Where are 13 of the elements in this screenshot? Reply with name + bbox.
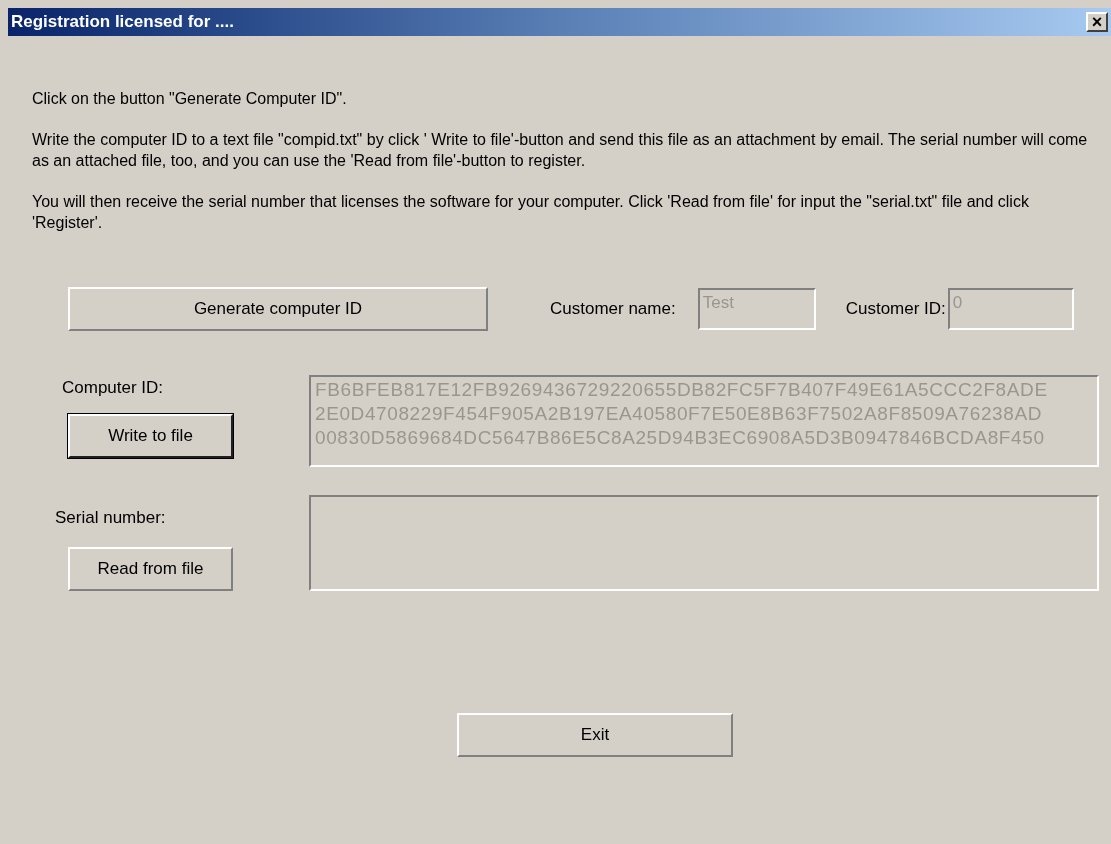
instruction-text: Write the computer ID to a text file "compid.txt" by click ' Write to file'-button and send this file as an attachment by email. The serial number will come as an attached file, too, and you can use the 'Read from file'-button to register.	[32, 130, 1089, 171]
exit-button[interactable]: Exit	[457, 713, 733, 757]
customer-name-label: Customer name:	[550, 298, 676, 321]
customer-id-label: Customer ID:	[845, 298, 946, 321]
generate-button[interactable]: Generate computer ID	[68, 287, 488, 331]
serial-number-label: Serial number:	[55, 507, 167, 529]
read-from-file-button[interactable]: Read from file	[68, 546, 233, 591]
computer-id-label: Computer ID:	[62, 377, 165, 399]
close-button[interactable]: ×	[1086, 12, 1108, 32]
instruction-text: Click on the button "Generate Computer ID".	[32, 89, 348, 109]
window-title: Registration licensed for ....	[11, 11, 234, 34]
serial-number-field[interactable]	[309, 495, 1099, 591]
instruction-text: You will then receive the serial number that licenses the software for your computer. Click 'Read from file' for input the "serial.txt" file and click 'Register'.	[32, 192, 1030, 233]
